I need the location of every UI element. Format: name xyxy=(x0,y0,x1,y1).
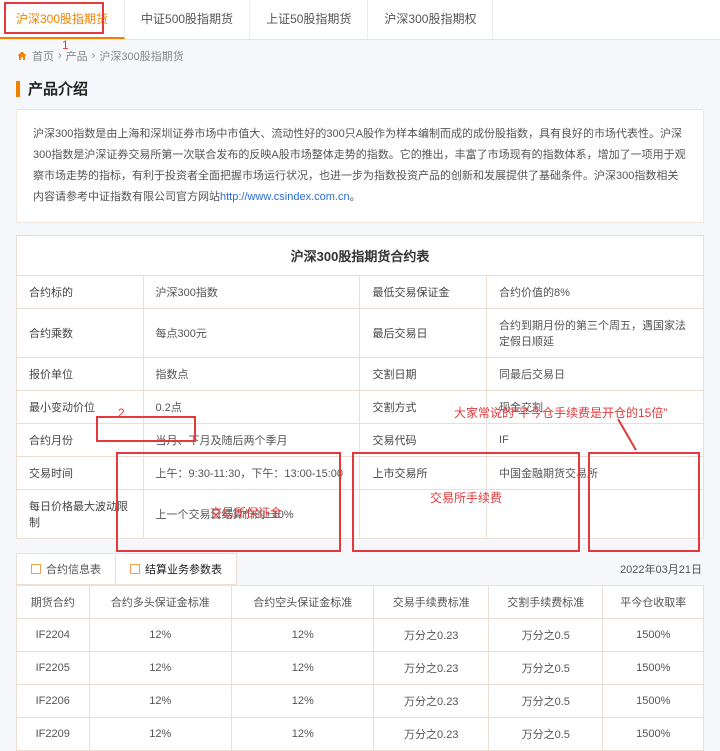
cell: 12% xyxy=(232,618,374,651)
col-header: 平今仓收取率 xyxy=(603,585,704,618)
annotation-fee: 交易所手续费 xyxy=(430,489,502,506)
annotation-quote: 大家常说的“平今仓手续费是开仓的15倍” xyxy=(454,404,667,421)
spec-label: 合约月份 xyxy=(17,423,144,456)
contract-spec-table: 沪深300股指期货合约表 合约标的沪深300指数最低交易保证金合约价值的8%合约… xyxy=(16,235,704,539)
section-title: 产品介绍 xyxy=(28,78,88,99)
cell: 12% xyxy=(89,618,231,651)
cell: 1500% xyxy=(603,717,704,750)
date-label: 2022年03月21日 xyxy=(620,561,704,577)
cell: IF2206 xyxy=(17,684,90,717)
tab-csi500-futures[interactable]: 中证500股指期货 xyxy=(125,0,250,39)
cell: 万分之0.5 xyxy=(488,684,603,717)
spec-caption: 沪深300股指期货合约表 xyxy=(16,235,704,275)
spec-value: IF xyxy=(487,423,704,456)
spec-value: 指数点 xyxy=(143,357,360,390)
spec-label: 合约乘数 xyxy=(17,308,144,357)
cell: IF2209 xyxy=(17,717,90,750)
spec-value: 每点300元 xyxy=(143,308,360,357)
spec-label: 交易时间 xyxy=(17,456,144,489)
annotation-margin: 交易所保证金 xyxy=(210,504,282,521)
subtab-settlement-params[interactable]: 结算业务参数表 xyxy=(115,553,237,585)
cell: 万分之0.23 xyxy=(374,651,489,684)
square-icon xyxy=(130,564,140,574)
crumb-home[interactable]: 首页 xyxy=(32,48,54,64)
cell: 12% xyxy=(89,684,231,717)
table-row: IF220612%12%万分之0.23万分之0.51500% xyxy=(17,684,704,717)
settlement-params-table: 期货合约合约多头保证金标准合约空头保证金标准交易手续费标准交割手续费标准平今仓收… xyxy=(16,585,704,751)
cell: 12% xyxy=(89,651,231,684)
col-header: 合约空头保证金标准 xyxy=(232,585,374,618)
square-icon xyxy=(31,564,41,574)
spec-value: 沪深300指数 xyxy=(143,275,360,308)
spec-label: 每日价格最大波动限制 xyxy=(17,489,144,538)
intro-paragraph: 沪深300指数是由上海和深圳证券市场中市值大、流动性好的300只A股作为样本编制… xyxy=(16,109,704,223)
table-row: IF220912%12%万分之0.23万分之0.51500% xyxy=(17,717,704,750)
spec-value: 同最后交易日 xyxy=(487,357,704,390)
cell: IF2204 xyxy=(17,618,90,651)
spec-value xyxy=(487,489,704,538)
spec-value: 当月、下月及随后两个季月 xyxy=(143,423,360,456)
cell: 万分之0.5 xyxy=(488,618,603,651)
col-header: 期货合约 xyxy=(17,585,90,618)
home-icon xyxy=(16,50,28,62)
spec-label: 交易代码 xyxy=(360,423,487,456)
spec-label: 报价单位 xyxy=(17,357,144,390)
table-row: IF220412%12%万分之0.23万分之0.51500% xyxy=(17,618,704,651)
spec-value: 合约价值的8% xyxy=(487,275,704,308)
cell: 12% xyxy=(232,717,374,750)
tab-hs300-options[interactable]: 沪深300股指期权 xyxy=(368,0,493,39)
cell: 万分之0.5 xyxy=(488,717,603,750)
col-header: 交易手续费标准 xyxy=(374,585,489,618)
cell: 12% xyxy=(232,684,374,717)
table-row: IF220512%12%万分之0.23万分之0.51500% xyxy=(17,651,704,684)
spec-value: 合约到期月份的第三个周五，遇国家法定假日顺延 xyxy=(487,308,704,357)
cell: 12% xyxy=(89,717,231,750)
cell: 万分之0.23 xyxy=(374,717,489,750)
spec-value: 0.2点 xyxy=(143,390,360,423)
breadcrumb: 首页 › 产品 › 沪深300股指期货 xyxy=(0,40,720,72)
cell: 万分之0.23 xyxy=(374,618,489,651)
section-header: 产品介绍 xyxy=(0,72,720,109)
cell: 1500% xyxy=(603,684,704,717)
spec-value: 上午：9:30-11:30，下午：13:00-15:00 xyxy=(143,456,360,489)
tab-sse50-futures[interactable]: 上证50股指期货 xyxy=(250,0,368,39)
cell: 12% xyxy=(232,651,374,684)
sub-tabs: 合约信息表 结算业务参数表 2022年03月21日 xyxy=(16,553,704,585)
csindex-link[interactable]: http://www.csindex.com.cn xyxy=(220,191,350,203)
subtab-contract-info[interactable]: 合约信息表 xyxy=(16,553,116,585)
spec-label: 交割日期 xyxy=(360,357,487,390)
spec-label: 合约标的 xyxy=(17,275,144,308)
tab-hs300-futures[interactable]: 沪深300股指期货 xyxy=(0,0,125,39)
col-header: 合约多头保证金标准 xyxy=(89,585,231,618)
cell: 万分之0.5 xyxy=(488,651,603,684)
accent-bar xyxy=(16,81,20,97)
annotation-number-2: 2 xyxy=(118,406,125,420)
col-header: 交割手续费标准 xyxy=(488,585,603,618)
annotation-number-1: 1 xyxy=(62,38,69,52)
spec-value: 中国金融期货交易所 xyxy=(487,456,704,489)
cell: 万分之0.23 xyxy=(374,684,489,717)
spec-label: 最后交易日 xyxy=(360,308,487,357)
top-tabs: 沪深300股指期货 中证500股指期货 上证50股指期货 沪深300股指期权 xyxy=(0,0,720,40)
cell: 1500% xyxy=(603,651,704,684)
cell: IF2205 xyxy=(17,651,90,684)
spec-label: 上市交易所 xyxy=(360,456,487,489)
spec-label: 最低交易保证金 xyxy=(360,275,487,308)
cell: 1500% xyxy=(603,618,704,651)
crumb-current: 沪深300股指期货 xyxy=(99,48,183,64)
